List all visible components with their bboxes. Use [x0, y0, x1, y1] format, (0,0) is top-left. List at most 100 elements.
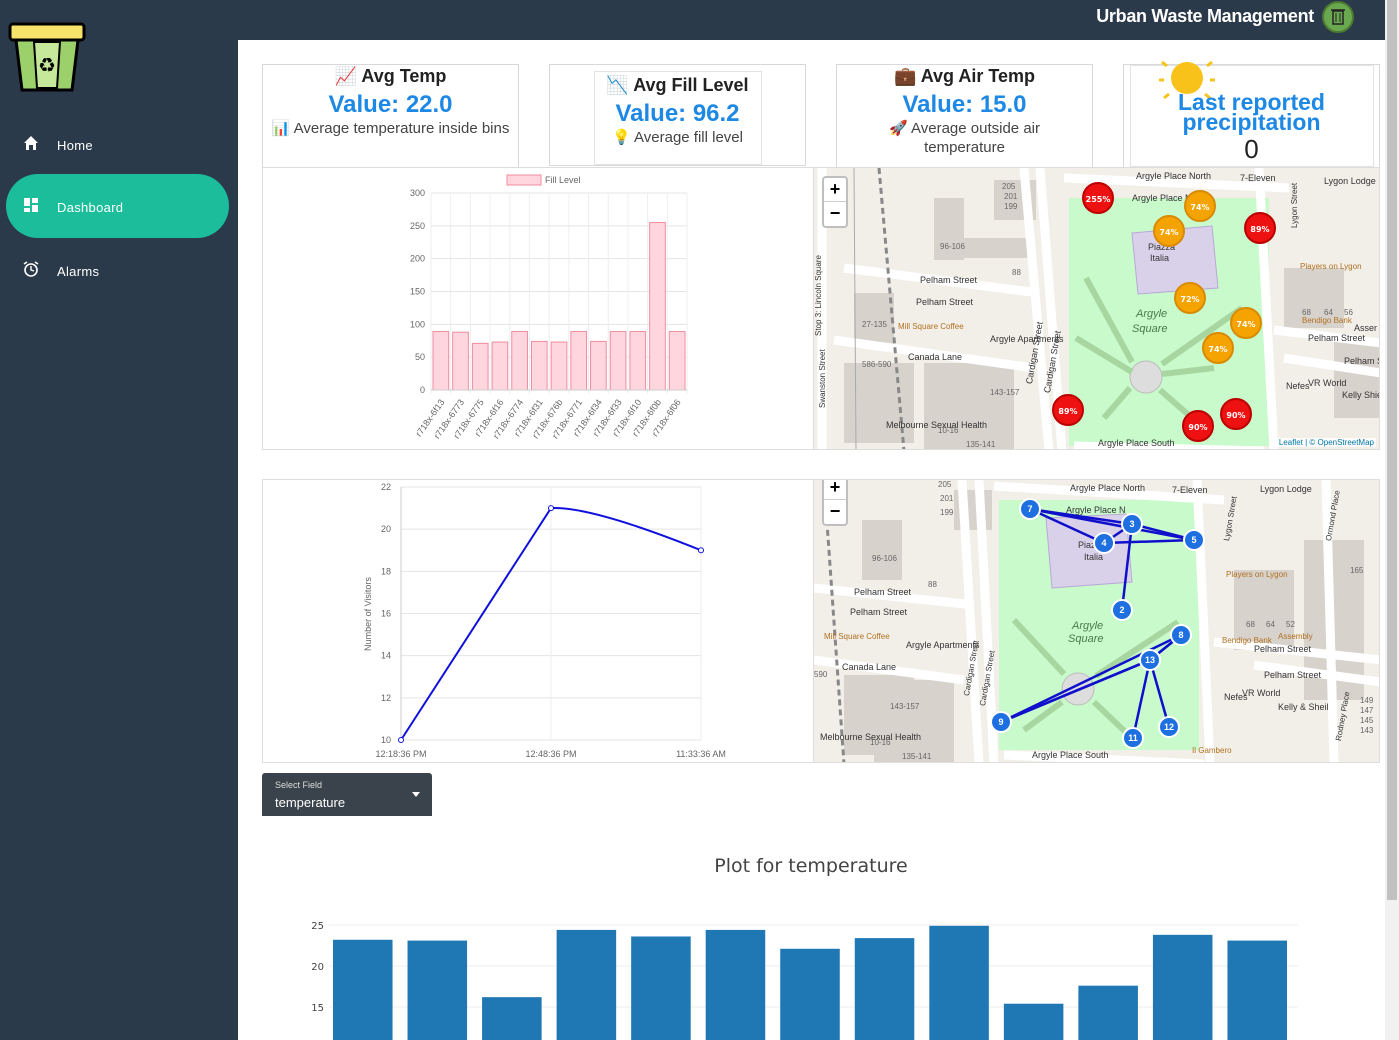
map-label: 7-Eleven	[1172, 485, 1208, 495]
map-building-number: 143-157	[990, 388, 1020, 397]
y-tick-label: 50	[415, 352, 425, 362]
visitors-chart-panel: 10 12 14 16 18 20 22 12:18:36 PM 12:48:36 PM 11:3…	[262, 479, 814, 763]
chart-up-icon: 📈	[334, 66, 358, 86]
bar	[491, 341, 509, 391]
route-node-marker[interactable]: 2	[1111, 599, 1133, 621]
route-node-marker[interactable]: 12	[1158, 716, 1180, 738]
fill-level-marker[interactable]: 89%	[1244, 212, 1276, 244]
map-building-number: 199	[940, 508, 954, 517]
route-node-marker[interactable]: 11	[1122, 727, 1144, 749]
route-node-marker[interactable]: 7	[1019, 498, 1041, 520]
map-label: Argyle Place N	[1066, 505, 1126, 515]
map-label: Argyle	[1072, 620, 1104, 632]
zoom-in-button[interactable]: +	[824, 480, 846, 500]
scrollbar-thumb[interactable]	[1387, 0, 1397, 900]
map-label: Argyle Place South	[1032, 750, 1109, 760]
map-label: Players on Lygon	[1226, 570, 1288, 579]
map-building-number: 64	[1324, 308, 1333, 317]
map-building-number: 96-106	[940, 242, 965, 251]
fill-level-marker[interactable]: 255%	[1082, 182, 1114, 214]
rocket-icon: 🚀	[888, 120, 908, 137]
y-tick-label: 14	[381, 651, 391, 661]
zoom-in-button[interactable]: +	[824, 178, 846, 202]
map-building-number: 149	[1360, 696, 1374, 705]
map-label: Pelham Street	[1308, 333, 1366, 343]
map-label: 7-Eleven	[1240, 173, 1276, 183]
select-field-dropdown[interactable]: Select Field temperature	[262, 773, 432, 816]
map-label: Pelham Street	[920, 275, 978, 285]
route-node-marker[interactable]: 9	[990, 711, 1012, 733]
fill-level-chart-panel: Fill Level 0 50 100 150 200 250 300 r718x-6f13 r7…	[262, 167, 814, 450]
fill-level-marker[interactable]: 74%	[1202, 332, 1234, 364]
bar	[570, 331, 588, 391]
bar	[1078, 985, 1138, 1040]
fill-level-marker[interactable]: 74%	[1230, 307, 1262, 339]
data-point	[548, 505, 554, 512]
bar	[471, 342, 489, 391]
map-building-number: 590	[814, 670, 828, 679]
route-node-marker[interactable]: 8	[1170, 624, 1192, 646]
y-axis-label: Number of Visitors	[363, 577, 373, 651]
map-label: Stop 3: Lincoln Square	[814, 255, 823, 336]
bar	[407, 940, 468, 1040]
chevron-down-icon[interactable]	[412, 792, 420, 797]
map-building-number: 205	[1002, 182, 1016, 191]
bar	[511, 331, 528, 391]
map-label: Lygon Lodge	[1324, 176, 1376, 186]
data-point	[398, 737, 404, 743]
route-node-marker[interactable]: 4	[1093, 532, 1115, 554]
chart-down-icon: 📉	[606, 75, 629, 95]
map-building-number: 10-16	[870, 738, 891, 747]
map-label: Lygon Lodge	[1260, 484, 1312, 494]
map-attribution[interactable]: Leaflet | © OpenStreetMap	[1276, 438, 1376, 447]
zoom-out-button[interactable]: −	[824, 500, 846, 524]
map-building-number: 145	[1360, 716, 1374, 725]
map-building-number: 201	[940, 494, 954, 503]
fill-level-marker[interactable]: 90%	[1220, 398, 1252, 430]
alarm-icon	[23, 261, 39, 277]
data-point	[698, 547, 704, 554]
fill-level-marker[interactable]: 72%	[1174, 282, 1206, 314]
y-tick-label: 16	[381, 609, 391, 619]
map-building-number: 165	[1350, 566, 1364, 575]
x-tick-label: 11:33:36 AM	[676, 749, 726, 759]
x-tick-label: 12:48:36 PM	[525, 749, 576, 759]
route-map[interactable]: + − Argyle Place North 7-Eleven Lygon Lodge…	[813, 479, 1380, 763]
route-node-marker[interactable]: 3	[1121, 513, 1143, 535]
map-zoom-control[interactable]: + −	[822, 176, 848, 228]
map-label: Swanston Street	[818, 349, 827, 408]
fill-level-marker[interactable]: 90%	[1182, 410, 1214, 442]
x-tick-label: 12:18:36 PM	[375, 749, 426, 759]
plot-title: Plot for temperature	[714, 855, 908, 877]
route-node-marker[interactable]: 5	[1183, 529, 1205, 551]
map-building-number: 96-106	[872, 554, 897, 563]
bar	[550, 341, 568, 391]
map-building-number: 143-157	[890, 702, 920, 711]
fill-level-marker[interactable]: 89%	[1052, 394, 1084, 426]
map-label: Argyle	[1136, 308, 1168, 320]
sidebar-item-dashboard[interactable]: Dashboard	[6, 174, 229, 238]
zoom-out-button[interactable]: −	[824, 202, 846, 226]
fill-level-marker[interactable]: 74%	[1153, 215, 1185, 247]
fill-level-marker[interactable]: 74%	[1184, 190, 1216, 222]
map-label: Mill Square Coffee	[824, 632, 890, 641]
select-field-value: temperature	[275, 795, 346, 810]
y-tick-label: 10	[381, 735, 391, 745]
map-label: Pelham Stre	[1344, 356, 1379, 366]
map-building-number: 56	[1344, 308, 1353, 317]
sidebar-item-home[interactable]: Home	[6, 112, 229, 176]
sidebar-item-alarms[interactable]: Alarms	[6, 238, 229, 302]
map-label: Pelham Street	[916, 297, 974, 307]
bar	[590, 340, 607, 391]
map-label: Argyle Place North	[1136, 171, 1212, 181]
route-node-marker[interactable]: 13	[1139, 649, 1161, 671]
bin-fill-map[interactable]: + − Argyle Place North Argyle Place N 7-Ele…	[813, 167, 1380, 450]
select-field-label: Select Field	[275, 780, 323, 790]
scrollbar[interactable]	[1385, 0, 1399, 1040]
map-building-number: 27-135	[862, 320, 887, 329]
bar	[631, 936, 691, 1040]
map-zoom-control[interactable]: + −	[822, 480, 848, 526]
y-tick-label: 22	[381, 482, 391, 492]
card-value: Value: 96.2	[615, 100, 740, 127]
map-label: Lygon Street	[1290, 182, 1299, 228]
